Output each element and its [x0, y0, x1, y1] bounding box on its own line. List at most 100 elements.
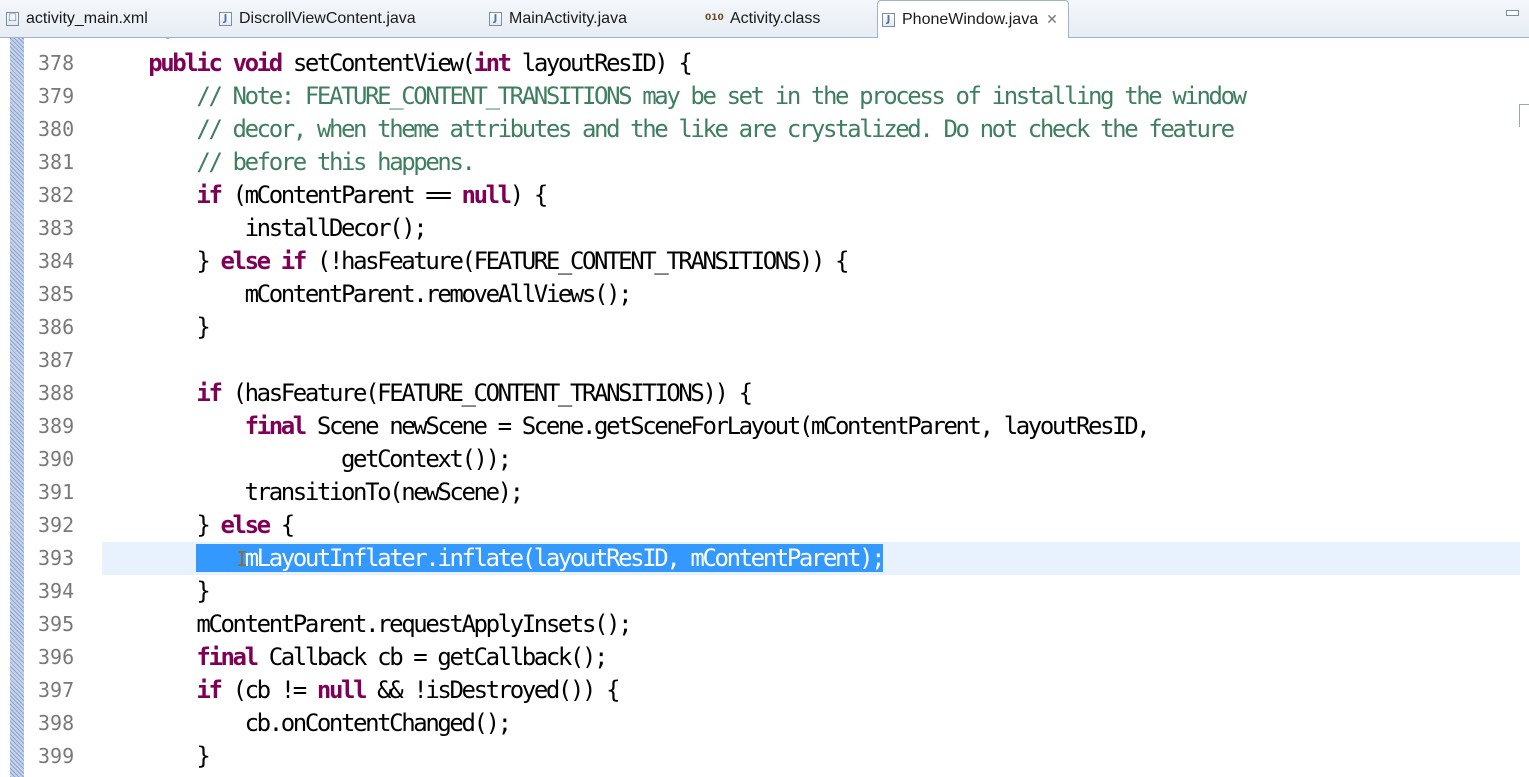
- code-token: (!hasFeature(FEATURE_CONTENT_TRANSITIONS…: [304, 247, 850, 275]
- code-line[interactable]: 381 // before this happens.: [0, 146, 1529, 179]
- code-text[interactable]: if (cb != null && !isDestroyed()) {: [100, 674, 620, 707]
- line-number: 395: [38, 612, 75, 636]
- code-line[interactable]: 383 installDecor();: [0, 212, 1529, 245]
- file-icon-glyph: ☐: [8, 13, 17, 24]
- tab-label: Activity.class: [730, 10, 821, 27]
- code-token: Callback cb = getCallback();: [256, 643, 609, 671]
- code-text[interactable]: if (mContentParent == null) {: [100, 179, 548, 212]
- selected-text: mLayoutInflater.inflate(layoutResID, mCo…: [196, 544, 886, 572]
- code-line[interactable]: 392 } else {: [0, 509, 1529, 542]
- line-number: 399: [38, 744, 75, 768]
- code-line[interactable]: 378 public void setContentView(int layou…: [0, 47, 1529, 80]
- code-text[interactable]: transitionTo(newScene);: [100, 476, 525, 509]
- tab-mainactivity-java[interactable]: J MainActivity.java: [485, 0, 627, 38]
- comment: // Note: FEATURE_CONTENT_TRANSITIONS may…: [196, 82, 1247, 110]
- code-token: mContentParent.removeAllViews();: [100, 280, 633, 308]
- line-number: 389: [38, 414, 75, 438]
- file-icon-glyph: J: [886, 13, 891, 25]
- code-text[interactable]: final Scene newScene = Scene.getSceneFor…: [100, 410, 1151, 443]
- code-line[interactable]: 389 final Scene newScene = Scene.getScen…: [0, 410, 1529, 443]
- line-number: 385: [38, 282, 75, 306]
- code-text[interactable]: }: [100, 575, 210, 608]
- code-text[interactable]: // decor, when theme attributes and the …: [100, 113, 1235, 146]
- line-number: 381: [38, 150, 75, 174]
- code-text[interactable]: }: [100, 740, 210, 773]
- code-text[interactable]: // before this happens.: [100, 146, 476, 179]
- code-line[interactable]: 390 getContext());: [0, 443, 1529, 476]
- code-token: {: [268, 511, 295, 539]
- code-line[interactable]: 399 }: [0, 740, 1529, 773]
- code-text[interactable]: final Callback cb = getCallback();: [100, 641, 609, 674]
- code-line[interactable]: 386 }: [0, 311, 1529, 344]
- comment: // decor, when theme attributes and the …: [196, 115, 1235, 143]
- line-number: 378: [38, 51, 75, 75]
- code-token: cb.onContentChanged();: [100, 709, 513, 737]
- code-text[interactable]: public void setContentView(int layoutRes…: [100, 47, 693, 80]
- tab-activity-main-xml[interactable]: ☐ activity_main.xml: [2, 0, 148, 38]
- code-token: }: [100, 511, 221, 539]
- code-text[interactable]: } else {: [100, 509, 295, 542]
- keyword: public: [148, 49, 223, 77]
- code-text[interactable]: } else if (!hasFeature(FEATURE_CONTENT_T…: [100, 245, 850, 278]
- editor-tab-bar: ☐ activity_main.xml J DiscrollViewContent.j…: [0, 0, 1529, 39]
- code-token: layoutResID) {: [509, 49, 693, 77]
- code-line[interactable]: 384 } else if (!hasFeature(FEATURE_CONTE…: [0, 245, 1529, 278]
- code-line[interactable]: 394 }: [0, 575, 1529, 608]
- close-tab-icon[interactable]: ✕: [1046, 12, 1058, 28]
- code-text[interactable]: installDecor();: [100, 212, 428, 245]
- code-text[interactable]: // Note: FEATURE_CONTENT_TRANSITIONS may…: [100, 80, 1247, 113]
- comment: // before this happens.: [196, 148, 476, 176]
- code-line[interactable]: 382 if (mContentParent == null) {: [0, 179, 1529, 212]
- tab-label: MainActivity.java: [509, 10, 627, 27]
- code-line[interactable]: 387: [0, 344, 1529, 377]
- keyword: if: [280, 247, 308, 275]
- code-line[interactable]: 396 final Callback cb = getCallback();: [0, 641, 1529, 674]
- tab-discrollviewcontent-java[interactable]: J DiscrollViewContent.java: [215, 0, 416, 38]
- code-line[interactable]: 385 mContentParent.removeAllViews();: [0, 278, 1529, 311]
- line-number: 393: [38, 546, 75, 570]
- code-text[interactable]: getContext());: [100, 443, 512, 476]
- line-number: 388: [38, 381, 75, 405]
- file-icon-glyph: 010: [705, 13, 724, 23]
- code-line[interactable]: 391 transitionTo(newScene);: [0, 476, 1529, 509]
- code-text[interactable]: mContentParent.requestApplyInsets();: [100, 608, 632, 641]
- minimize-icon[interactable]: [1506, 10, 1519, 16]
- code-token: getContext());: [100, 445, 512, 473]
- tab-phonewindow-java[interactable]: J PhoneWindow.java ✕: [877, 0, 1069, 39]
- java-file-icon: J: [219, 12, 232, 26]
- code-text[interactable]: }: [100, 311, 210, 344]
- code-text[interactable]: mLayoutInflater.inflate(layoutResID, mCo…: [100, 542, 886, 575]
- xml-file-icon: ☐: [6, 12, 19, 26]
- code-editor[interactable]: ˘ 378 public void setContentView(int lay…: [0, 38, 1529, 777]
- file-icon-glyph: J: [493, 13, 498, 24]
- code-line[interactable]: 393 mLayoutInflater.inflate(layoutResID,…: [0, 542, 1529, 575]
- code-line[interactable]: 395 mContentParent.requestApplyInsets();: [0, 608, 1529, 641]
- line-number: 386: [38, 315, 75, 339]
- code-line[interactable]: 398 cb.onContentChanged();: [0, 707, 1529, 740]
- code-line[interactable]: 380 // decor, when theme attributes and …: [0, 113, 1529, 146]
- code-token: installDecor();: [100, 214, 428, 242]
- code-text[interactable]: mContentParent.removeAllViews();: [100, 278, 633, 311]
- keyword: null: [461, 181, 513, 209]
- line-number: 387: [38, 348, 75, 372]
- code-line[interactable]: 397 if (cb != null && !isDestroyed()) {: [0, 674, 1529, 707]
- code-text[interactable]: cb.onContentChanged();: [100, 707, 513, 740]
- line-number: 390: [38, 447, 75, 471]
- code-token: }: [100, 742, 210, 770]
- code-line[interactable]: 379 // Note: FEATURE_CONTENT_TRANSITIONS…: [0, 80, 1529, 113]
- code-token: }: [100, 313, 210, 341]
- code-token: && !isDestroyed()) {: [365, 676, 620, 704]
- code-text[interactable]: if (hasFeature(FEATURE_CONTENT_TRANSITIO…: [100, 377, 753, 410]
- keyword: else: [220, 511, 272, 539]
- tab-activity-class[interactable]: 010 Activity.class: [701, 0, 820, 38]
- class-file-icon: 010: [705, 12, 724, 26]
- code-line[interactable]: 388 if (hasFeature(FEATURE_CONTENT_TRANS…: [0, 377, 1529, 410]
